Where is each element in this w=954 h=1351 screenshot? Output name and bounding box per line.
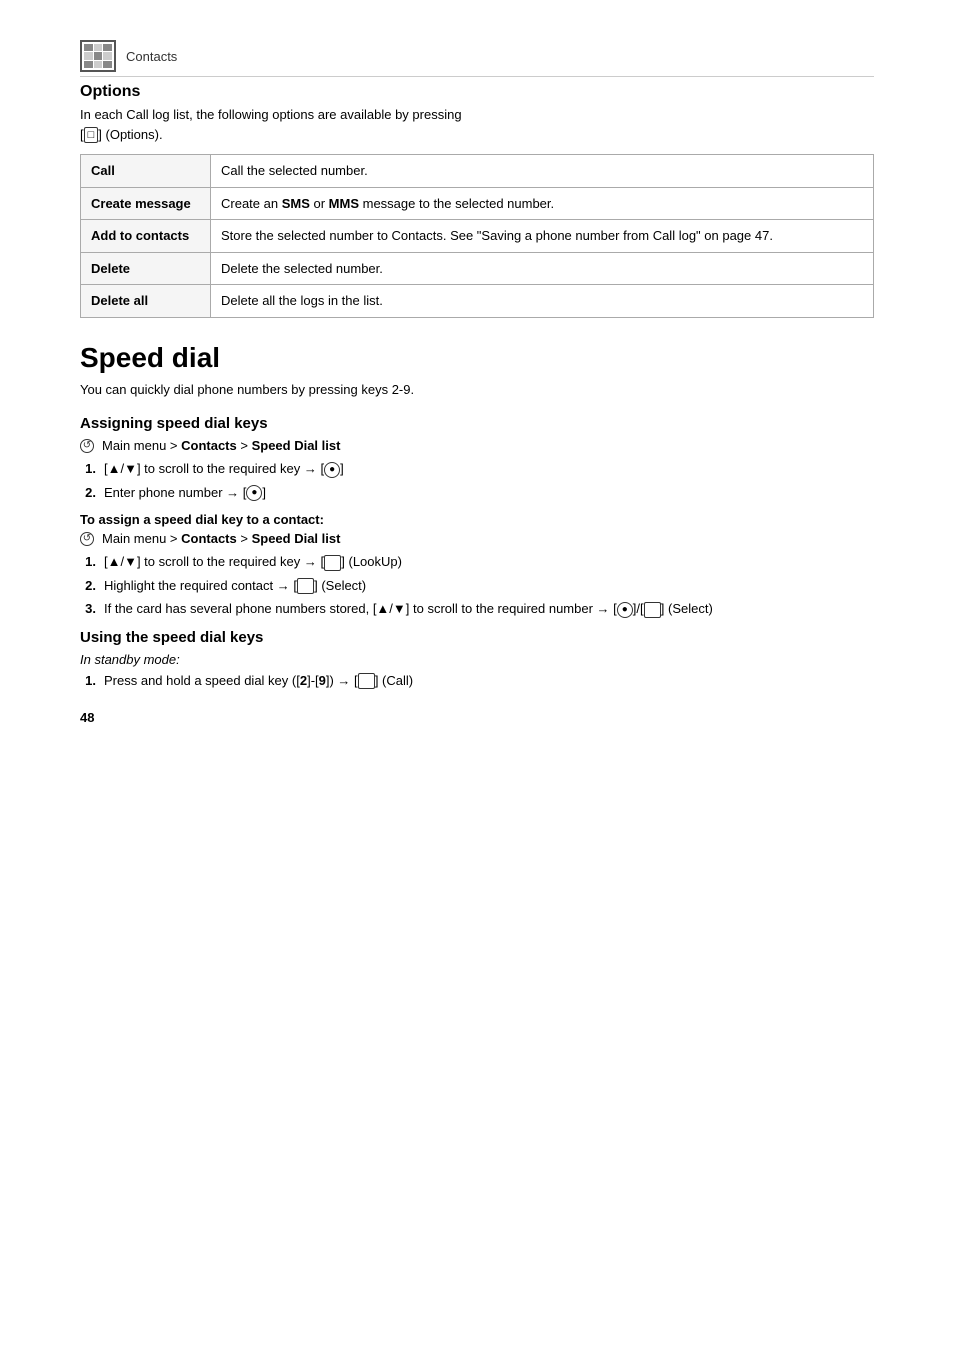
- table-row: Delete Delete the selected number.: [81, 252, 874, 285]
- circle-btn-icon: ●: [617, 602, 633, 618]
- square-btn-icon: [297, 578, 314, 594]
- contacts-icon: [80, 40, 116, 72]
- nav-path-1: ↺ Main menu > Contacts > Speed Dial list: [80, 438, 874, 453]
- using-title: Using the speed dial keys: [80, 629, 874, 646]
- square-btn-icon: [324, 555, 341, 571]
- contacts-header: Contacts: [80, 40, 874, 77]
- assign-contact-note: To assign a speed dial key to a contact:: [80, 512, 874, 527]
- step-list-3: 1. Press and hold a speed dial key ([2]-…: [80, 671, 874, 691]
- square-btn-icon: [358, 673, 375, 689]
- table-cell-key: Delete all: [81, 285, 211, 318]
- table-row: Call Call the selected number.: [81, 155, 874, 188]
- table-cell-value: Call the selected number.: [211, 155, 874, 188]
- contacts-label: Contacts: [126, 49, 177, 64]
- table-row: Create message Create an SMS or MMS mess…: [81, 187, 874, 220]
- square-btn-icon: [644, 602, 661, 618]
- table-row: Delete all Delete all the logs in the li…: [81, 285, 874, 318]
- assigning-title: Assigning speed dial keys: [80, 415, 874, 432]
- table-cell-key: Add to contacts: [81, 220, 211, 253]
- table-cell-value: Delete all the logs in the list.: [211, 285, 874, 318]
- list-item: 1. [▲/▼] to scroll to the required key →…: [80, 552, 874, 572]
- options-table: Call Call the selected number. Create me…: [80, 154, 874, 318]
- speed-dial-intro: You can quickly dial phone numbers by pr…: [80, 380, 874, 400]
- nav-path-2: ↺ Main menu > Contacts > Speed Dial list: [80, 531, 874, 546]
- list-item: 1. [▲/▼] to scroll to the required key →…: [80, 459, 874, 479]
- table-cell-value: Delete the selected number.: [211, 252, 874, 285]
- options-intro: In each Call log list, the following opt…: [80, 105, 874, 144]
- step-list-1: 1. [▲/▼] to scroll to the required key →…: [80, 459, 874, 502]
- list-item: 2. Highlight the required contact → [ ] …: [80, 576, 874, 596]
- step-list-2: 1. [▲/▼] to scroll to the required key →…: [80, 552, 874, 619]
- table-row: Add to contacts Store the selected numbe…: [81, 220, 874, 253]
- table-cell-value: Create an SMS or MMS message to the sele…: [211, 187, 874, 220]
- list-item: 2. Enter phone number → [●]: [80, 483, 874, 503]
- circle-btn-icon: ●: [246, 485, 262, 501]
- list-item: 1. Press and hold a speed dial key ([2]-…: [80, 671, 874, 691]
- circle-btn-icon: ●: [324, 462, 340, 478]
- list-item: 3. If the card has several phone numbers…: [80, 599, 874, 619]
- nav-arrow-icon: ↺: [80, 532, 94, 546]
- page-number: 48: [80, 710, 874, 725]
- standby-label: In standby mode:: [80, 652, 874, 667]
- table-cell-value: Store the selected number to Contacts. S…: [211, 220, 874, 253]
- table-cell-key: Delete: [81, 252, 211, 285]
- speed-dial-title: Speed dial: [80, 342, 874, 374]
- nav-arrow-icon: ↺: [80, 439, 94, 453]
- options-title: Options: [80, 83, 874, 101]
- table-cell-key: Call: [81, 155, 211, 188]
- table-cell-key: Create message: [81, 187, 211, 220]
